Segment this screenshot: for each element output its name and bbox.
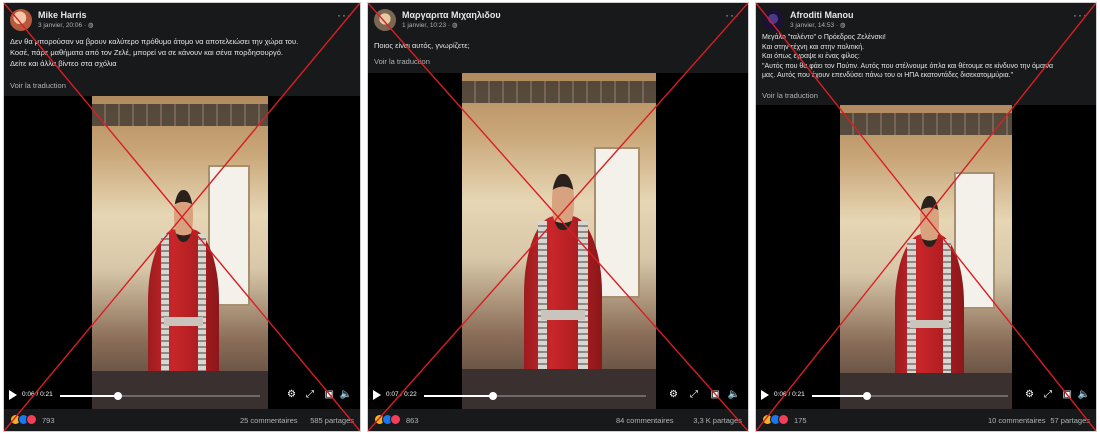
post-text-line: Και όπως έγραψε κι ένας φίλος:	[762, 53, 860, 61]
reaction-count[interactable]: 175	[794, 416, 807, 425]
see-translation-link[interactable]: Voir la traduction	[374, 57, 430, 66]
facebook-post-2: Μαργαριτα Μιχαηλιδου 1 janvier, 10:23 · …	[367, 2, 749, 432]
video-frame	[92, 96, 268, 409]
video-frame	[462, 73, 656, 409]
play-icon[interactable]	[373, 390, 381, 400]
comments-count[interactable]: 10 commentaires	[988, 416, 1046, 425]
volume-icon[interactable]: 🔈	[340, 389, 352, 401]
author-name[interactable]: Afroditi Manou	[790, 10, 854, 20]
post-date[interactable]: 1 janvier, 10:23 · ◍	[402, 21, 458, 29]
expand-icon[interactable]: ⤢	[690, 389, 698, 401]
love-reaction-icon	[390, 414, 401, 425]
post-text-line: Ποιος είναι αυτός, γνωρίζετε;	[374, 41, 470, 50]
post-date-text: 3 janvier, 20:06 ·	[38, 22, 88, 29]
comments-count[interactable]: 84 commentaires	[616, 416, 674, 425]
post-text-line: μας. Αυτός που έχουν επενδύσει πάνω του …	[762, 72, 1014, 80]
reaction-count[interactable]: 863	[406, 416, 419, 425]
love-reaction-icon	[26, 414, 37, 425]
post-footer: 793 25 commentaires 585 partages	[4, 409, 360, 431]
video-time: 0:06 / 0:21	[774, 391, 805, 398]
video-player[interactable]: 0:06 / 0:21 ⚙ ⤢ ▣ 🔈	[756, 105, 1096, 409]
play-icon[interactable]	[9, 390, 17, 400]
video-progress-fill	[60, 395, 118, 397]
video-progress-fill	[424, 395, 493, 397]
post-text-line: "Αυτός που θα φάει τον Πούτιν. Αυτός που…	[762, 62, 1054, 70]
post-text: Δεν θα μπορούσαν να βρουν καλύτερο πρόθυ…	[10, 36, 354, 69]
post-header: Afroditi Manou 3 janvier, 14:53 · ◍ ···	[756, 3, 1096, 33]
avatar[interactable]	[10, 9, 32, 31]
post-text-line: Δεν θα μπορούσαν να βρουν καλύτερο πρόθυ…	[10, 37, 299, 46]
video-player[interactable]: 0:07 / 0:22 ⚙ ⤢ ▣ 🔈	[368, 73, 748, 409]
post-text-line: Κοσέ, πάρε μαθήματα από τον Ζελέ, μπορεί…	[10, 48, 283, 57]
picture-in-picture-icon[interactable]: ▣	[325, 389, 334, 401]
see-translation-link[interactable]: Voir la traduction	[762, 91, 818, 100]
video-progress-fill	[812, 395, 867, 397]
video-player[interactable]: 0:06 / 0:21 ⚙ ⤢ ▣ 🔈	[4, 96, 360, 409]
video-time: 0:06 / 0:21	[22, 391, 53, 398]
video-frame	[840, 105, 1012, 409]
play-icon[interactable]	[761, 390, 769, 400]
reaction-count[interactable]: 793	[42, 416, 55, 425]
reactions[interactable]	[374, 414, 404, 426]
more-options-icon[interactable]: ···	[1073, 8, 1088, 22]
love-reaction-icon	[778, 414, 789, 425]
volume-icon[interactable]: 🔈	[1078, 389, 1090, 401]
reactions[interactable]	[10, 414, 40, 426]
volume-icon[interactable]: 🔈	[728, 389, 740, 401]
post-text: Ποιος είναι αυτός, γνωρίζετε;	[374, 40, 742, 51]
shares-count[interactable]: 3,3 K partages	[693, 416, 742, 425]
video-progress-bar[interactable]	[424, 392, 646, 400]
more-options-icon[interactable]: ···	[337, 8, 352, 22]
facebook-post-1: Mike Harris 3 janvier, 20:06 · ◍ ··· Δεν…	[3, 2, 361, 432]
video-time: 0:07 / 0:22	[386, 391, 417, 398]
gear-icon[interactable]: ⚙	[669, 389, 678, 401]
expand-icon[interactable]: ⤢	[1044, 389, 1052, 401]
reactions[interactable]	[762, 414, 792, 426]
globe-icon: ◍	[451, 22, 458, 29]
post-header: Μαργαριτα Μιχαηλιδου 1 janvier, 10:23 · …	[368, 3, 748, 33]
avatar[interactable]	[762, 9, 784, 31]
globe-icon: ◍	[839, 22, 846, 29]
video-scrubber[interactable]	[114, 392, 122, 400]
shares-count[interactable]: 585 partages	[310, 416, 354, 425]
comments-count[interactable]: 25 commentaires	[240, 416, 298, 425]
post-text-line: Μεγάλο "ταλέντο" ο Πρόεδρος Ζελένσκι!	[762, 34, 886, 41]
video-controls: 0:07 / 0:22 ⚙ ⤢ ▣ 🔈	[368, 383, 748, 409]
gear-icon[interactable]: ⚙	[1025, 389, 1034, 401]
video-scrubber[interactable]	[862, 392, 871, 400]
post-text-line: Δείτε και άλλα βίντεο στα σχόλια	[10, 59, 117, 68]
video-progress-bar[interactable]	[812, 392, 1008, 400]
author-name[interactable]: Μαργαριτα Μιχαηλιδου	[402, 10, 501, 20]
more-options-icon[interactable]: ···	[725, 8, 740, 22]
avatar[interactable]	[374, 9, 396, 31]
post-date-text: 3 janvier, 14:53 ·	[790, 22, 840, 29]
shares-count[interactable]: 57 partages	[1050, 416, 1090, 425]
facebook-post-3: Afroditi Manou 3 janvier, 14:53 · ◍ ··· …	[755, 2, 1097, 432]
video-progress-bar[interactable]	[60, 392, 260, 400]
post-date[interactable]: 3 janvier, 14:53 · ◍	[790, 21, 846, 29]
video-controls: 0:06 / 0:21 ⚙ ⤢ ▣ 🔈	[756, 383, 1096, 409]
post-footer: 175 10 commentaires 57 partages	[756, 409, 1096, 431]
post-text-line: Και στην τέχνη και στην πολιτική.	[762, 43, 865, 51]
video-scrubber[interactable]	[488, 392, 497, 400]
video-controls: 0:06 / 0:21 ⚙ ⤢ ▣ 🔈	[4, 383, 360, 409]
author-name[interactable]: Mike Harris	[38, 10, 87, 20]
globe-icon: ◍	[87, 22, 94, 29]
post-date-text: 1 janvier, 10:23 ·	[402, 22, 452, 29]
see-translation-link[interactable]: Voir la traduction	[10, 81, 66, 90]
post-text: Μεγάλο "ταλέντο" ο Πρόεδρος Ζελένσκι! Κα…	[762, 33, 1090, 81]
picture-in-picture-icon[interactable]: ▣	[1063, 389, 1072, 401]
post-header: Mike Harris 3 janvier, 20:06 · ◍ ···	[4, 3, 360, 33]
gear-icon[interactable]: ⚙	[287, 389, 296, 401]
expand-icon[interactable]: ⤢	[306, 389, 314, 401]
picture-in-picture-icon[interactable]: ▣	[711, 389, 720, 401]
post-footer: 863 84 commentaires 3,3 K partages	[368, 409, 748, 431]
post-date[interactable]: 3 janvier, 20:06 · ◍	[38, 21, 94, 29]
